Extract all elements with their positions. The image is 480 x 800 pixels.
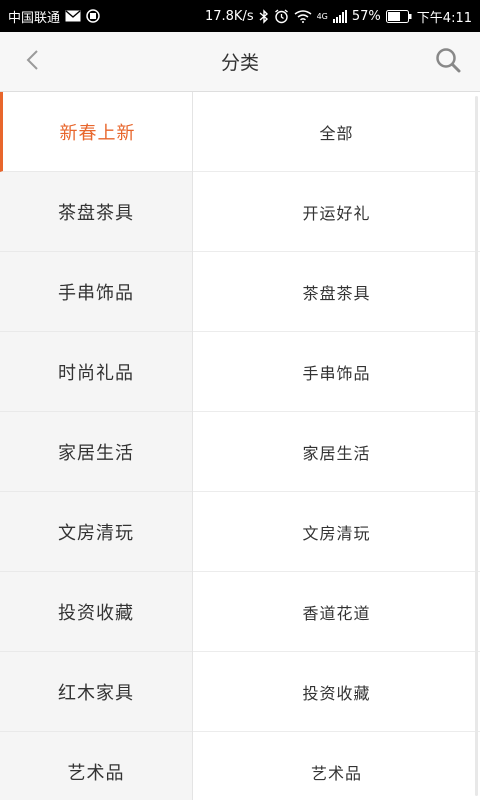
app-header: 分类 xyxy=(0,32,480,92)
primary-category-item[interactable]: 红木家具 xyxy=(0,652,192,732)
primary-category-label: 家居生活 xyxy=(58,442,134,464)
primary-category-item[interactable]: 手串饰品 xyxy=(0,252,192,332)
sub-category-item[interactable]: 家居生活 xyxy=(193,412,480,492)
primary-category-label: 红木家具 xyxy=(58,682,134,704)
primary-category-item[interactable]: 家居生活 xyxy=(0,412,192,492)
mail-icon xyxy=(65,10,81,22)
primary-category-item[interactable]: 新春上新 xyxy=(0,92,192,172)
alarm-icon xyxy=(274,8,289,24)
sub-category-item[interactable]: 开运好礼 xyxy=(193,172,480,252)
back-button[interactable] xyxy=(16,46,48,78)
page-title: 分类 xyxy=(220,52,259,74)
sub-category-label: 家居生活 xyxy=(302,443,371,463)
primary-category-item[interactable]: 茶盘茶具 xyxy=(0,172,192,252)
sub-category-label: 开运好礼 xyxy=(302,203,371,223)
chevron-left-icon xyxy=(25,49,39,75)
sub-category-item[interactable]: 文房清玩 xyxy=(193,492,480,572)
sub-category-label: 茶盘茶具 xyxy=(302,283,371,303)
primary-category-item[interactable]: 艺术品 xyxy=(0,732,192,800)
primary-category-label: 茶盘茶具 xyxy=(58,202,134,224)
primary-category-item[interactable]: 时尚礼品 xyxy=(0,332,192,412)
primary-category-label: 新春上新 xyxy=(59,122,136,144)
sub-category-label: 香道花道 xyxy=(302,603,371,623)
sub-category-label: 全部 xyxy=(319,123,354,143)
sub-category-item[interactable]: 香道花道 xyxy=(193,572,480,652)
battery-percent: 57% xyxy=(351,8,381,24)
network-speed: 17.8K/s xyxy=(204,8,254,24)
sub-category-item[interactable]: 投资收藏 xyxy=(193,652,480,732)
battery-icon xyxy=(385,9,412,23)
bluetooth-icon xyxy=(259,8,269,24)
status-bar: 中国联通 17.8K/s 4G 57% 下午4:11 xyxy=(0,0,480,32)
clock-time: 下午4:11 xyxy=(416,10,472,26)
sub-category-item[interactable]: 艺术品 xyxy=(193,732,480,800)
sub-category-label: 艺术品 xyxy=(310,763,362,783)
status-bar-right: 17.8K/s 4G 57% 下午4:11 xyxy=(205,7,472,26)
primary-category-list: 新春上新 茶盘茶具 手串饰品 时尚礼品 家居生活 文房清玩 投资收藏 红木家具 … xyxy=(0,92,192,800)
app-notification-icon xyxy=(86,9,100,23)
primary-category-label: 投资收藏 xyxy=(58,602,134,624)
primary-category-item[interactable]: 文房清玩 xyxy=(0,492,192,572)
wifi-icon xyxy=(294,9,312,23)
signal-icon xyxy=(332,9,347,23)
primary-category-label: 艺术品 xyxy=(67,762,125,784)
category-content: 新春上新 茶盘茶具 手串饰品 时尚礼品 家居生活 文房清玩 投资收藏 红木家具 … xyxy=(0,92,480,800)
carrier-name: 中国联通 xyxy=(8,10,61,26)
sub-category-list: 全部 开运好礼 茶盘茶具 手串饰品 家居生活 文房清玩 香道花道 投资收藏 艺术… xyxy=(192,92,480,800)
primary-category-label: 手串饰品 xyxy=(58,282,134,304)
sub-category-label: 手串饰品 xyxy=(302,363,371,383)
scrollbar[interactable] xyxy=(475,96,478,796)
primary-category-label: 时尚礼品 xyxy=(58,362,134,384)
search-icon xyxy=(435,47,461,77)
primary-category-item[interactable]: 投资收藏 xyxy=(0,572,192,652)
sub-category-item[interactable]: 全部 xyxy=(193,92,480,172)
sub-category-label: 投资收藏 xyxy=(302,683,371,703)
status-bar-left: 中国联通 xyxy=(8,7,100,26)
sub-category-item[interactable]: 手串饰品 xyxy=(193,332,480,412)
search-button[interactable] xyxy=(432,46,464,78)
sub-category-label: 文房清玩 xyxy=(302,523,371,543)
primary-category-label: 文房清玩 xyxy=(58,522,134,544)
network-type: 4G xyxy=(316,11,328,21)
sub-category-item[interactable]: 茶盘茶具 xyxy=(193,252,480,332)
